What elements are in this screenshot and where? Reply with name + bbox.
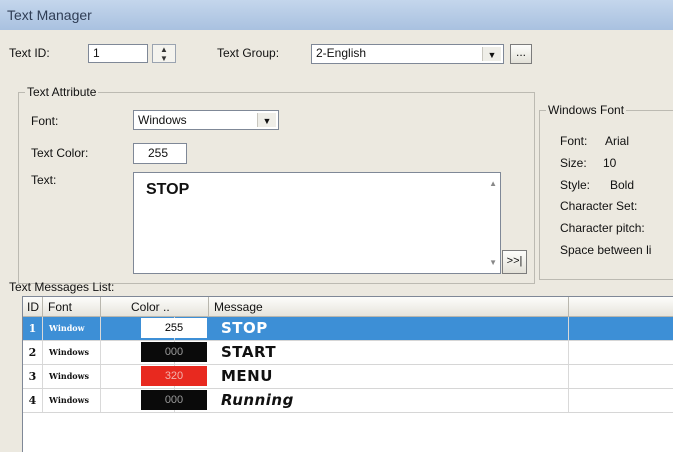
cell-blank — [569, 389, 673, 412]
cell-id: 2 — [23, 341, 43, 364]
text-id-spinner[interactable]: ▲ ▼ — [152, 44, 176, 63]
cell-color: 000 — [101, 341, 207, 364]
font-select[interactable]: Windows ▼ — [133, 110, 279, 130]
text-id-label: Text ID: — [9, 46, 50, 60]
cell-blank — [569, 365, 673, 388]
table-row[interactable]: 4 Windows 000 Running — [23, 389, 673, 413]
color-swatch: 000 — [141, 342, 207, 362]
cell-id: 4 — [23, 389, 43, 412]
text-textarea[interactable]: STOP ▲ ▼ — [133, 172, 501, 274]
wf-font-label: Font: — [560, 134, 588, 148]
wf-charset-label: Character Set: — [560, 199, 638, 213]
cell-color: 255 — [101, 317, 207, 340]
scroll-down-icon[interactable]: ▼ — [489, 258, 497, 267]
text-attribute-title: Text Attribute — [25, 85, 99, 99]
column-header-font[interactable]: Font — [43, 297, 101, 317]
cell-id: 1 — [23, 317, 43, 340]
column-header-message[interactable]: Message — [209, 297, 569, 317]
wf-size-value: 10 — [603, 156, 617, 170]
wf-font-value: Arial — [605, 134, 630, 148]
cell-font: Windows — [43, 365, 101, 388]
cell-message: MENU — [209, 365, 569, 388]
font-value: Windows — [138, 113, 187, 127]
cell-font: Windows — [43, 341, 101, 364]
wf-pitch-label: Character pitch: — [560, 221, 645, 235]
text-id-input[interactable]: 1 — [88, 44, 148, 63]
text-color-value: 255 — [148, 146, 169, 160]
cell-message: START — [209, 341, 569, 364]
wf-style-value: Bold — [610, 178, 635, 192]
cell-message: Running — [209, 389, 569, 412]
cell-message: STOP — [209, 317, 569, 340]
scroll-up-icon[interactable]: ▲ — [489, 179, 497, 188]
color-swatch: 255 — [141, 318, 207, 338]
messages-table[interactable]: ID Font Color .. Message 1 Window 255 STOP 2… — [22, 296, 673, 452]
title-bar: Text Manager — [0, 0, 673, 30]
wf-spacing-label: Space between li — [560, 243, 652, 257]
table-row[interactable]: 3 Windows 320 MENU — [23, 365, 673, 389]
wf-size-label: Size: — [560, 156, 587, 170]
messages-list-label: Text Messages List: — [9, 280, 115, 294]
window-title: Text Manager — [7, 7, 92, 23]
cell-font: Window — [43, 317, 101, 340]
text-group-select[interactable]: 2-English ▼ — [311, 44, 504, 64]
text-textarea-value: STOP — [146, 181, 190, 198]
text-label: Text: — [31, 173, 57, 187]
text-group-value: 2-English — [316, 46, 367, 60]
column-header-blank — [569, 297, 673, 317]
expand-text-button[interactable]: >>| — [502, 250, 527, 274]
chevron-down-icon[interactable]: ▼ — [482, 47, 501, 61]
windows-font-title: Windows Font — [546, 103, 627, 117]
column-header-id[interactable]: ID — [23, 297, 43, 317]
text-color-label: Text Color: — [31, 146, 89, 160]
table-row[interactable]: 1 Window 255 STOP — [23, 317, 673, 341]
color-swatch: 000 — [141, 390, 207, 410]
cell-blank — [569, 341, 673, 364]
table-row[interactable]: 2 Windows 000 START — [23, 341, 673, 365]
column-header-color[interactable]: Color .. — [101, 297, 209, 317]
cell-id: 3 — [23, 365, 43, 388]
text-group-label: Text Group: — [217, 46, 280, 60]
cell-blank — [569, 317, 673, 340]
cell-color: 320 — [101, 365, 207, 388]
chevron-down-icon[interactable]: ▼ — [257, 113, 276, 127]
wf-style-label: Style: — [560, 178, 591, 192]
font-label: Font: — [31, 114, 59, 128]
text-color-input[interactable]: 255 — [133, 143, 187, 164]
text-id-value: 1 — [93, 46, 100, 60]
cell-color: 000 — [101, 389, 207, 412]
color-swatch: 320 — [141, 366, 207, 386]
text-group-browse-button[interactable]: ... — [510, 44, 532, 64]
cell-font: Windows — [43, 389, 101, 412]
